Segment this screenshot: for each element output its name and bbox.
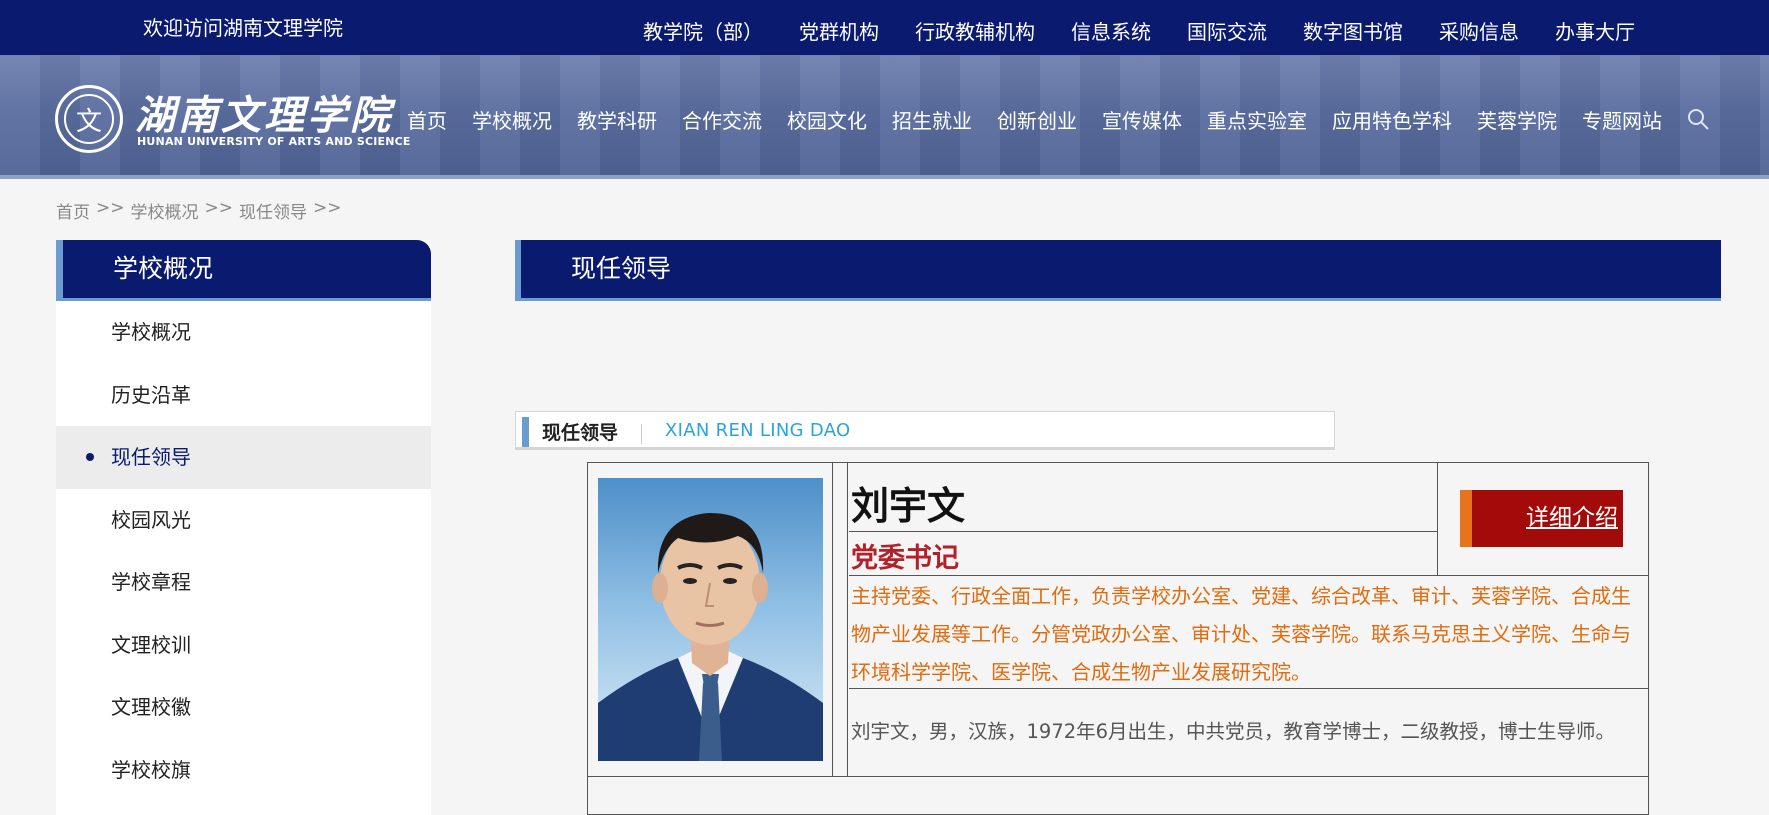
section-title-cn: 现任领导 (542, 422, 619, 444)
breadcrumb-overview[interactable]: 学校概况 (131, 198, 199, 223)
nav-featured-disciplines[interactable]: 应用特色学科 (1332, 105, 1452, 134)
top-link-library[interactable]: 数字图书馆 (1303, 16, 1403, 45)
sidebar-item-flag[interactable]: 学校校旗 (56, 739, 431, 802)
welcome-text: 欢迎访问湖南文理学院 (143, 16, 343, 40)
table-divider (1437, 463, 1438, 575)
top-link-party[interactable]: 党群机构 (799, 16, 879, 45)
nav-innovation[interactable]: 创新创业 (997, 105, 1077, 134)
nav-overview[interactable]: 学校概况 (472, 105, 552, 134)
nav-furong-college[interactable]: 芙蓉学院 (1477, 105, 1557, 134)
spacer-cell (833, 463, 848, 776)
top-link-info-systems[interactable]: 信息系统 (1071, 16, 1151, 45)
search-icon[interactable] (1686, 107, 1710, 131)
nav-key-labs[interactable]: 重点实验室 (1207, 105, 1307, 134)
sidebar: 学校概况 学校概况 历史沿革 现任领导 校园风光 学校章程 文理校训 文理校徽 … (56, 240, 431, 815)
breadcrumb: 首页 >> 学校概况 >> 现任领导 >> (56, 198, 348, 223)
sidebar-item-emblem[interactable]: 文理校徽 (56, 676, 431, 739)
school-emblem-logo[interactable]: 文 (55, 85, 123, 153)
sidebar-item-charter[interactable]: 学校章程 (56, 551, 431, 614)
logo-chinese-name[interactable]: 湖南文理学院 (135, 83, 393, 141)
top-bar: 欢迎访问湖南文理学院 教学院（部） 党群机构 行政教辅机构 信息系统 国际交流 … (0, 0, 1769, 55)
nav-media[interactable]: 宣传媒体 (1102, 105, 1182, 134)
main-nav: 首页 学校概况 教学科研 合作交流 校园文化 招生就业 创新创业 宣传媒体 重点… (407, 105, 1687, 134)
leader-duties: 主持党委、行政全面工作，负责学校办公室、党建、综合改革、审计、芙蓉学院、合成生物… (851, 584, 1631, 684)
page-title: 现任领导 (515, 240, 1721, 301)
leader-name: 刘宇文 (851, 484, 966, 528)
portrait-image (598, 512, 823, 761)
header-bottom-line (0, 175, 1769, 179)
leader-card: 刘宇文 党委书记 详细介绍 主持党委、行政全面工作，负责学校办公室、党建、综合改… (587, 462, 1649, 815)
breadcrumb-separator: >> (204, 198, 234, 218)
detail-button[interactable]: 详细介绍 (1460, 490, 1623, 547)
top-link-admin[interactable]: 行政教辅机构 (915, 16, 1035, 45)
top-links: 教学院（部） 党群机构 行政教辅机构 信息系统 国际交流 数字图书馆 采购信息 … (643, 16, 1671, 45)
breadcrumb-home[interactable]: 首页 (56, 198, 90, 223)
sidebar-item-leaders[interactable]: 现任领导 (56, 426, 431, 489)
nav-campus-culture[interactable]: 校园文化 (787, 105, 867, 134)
leader-photo (598, 478, 823, 761)
sidebar-item-overview[interactable]: 学校概况 (56, 301, 431, 364)
section-divider (641, 424, 642, 444)
leader-bio: 刘宇文，男，汉族，1972年6月出生，中共党员，教育学博士，二级教授，博士生导师… (851, 720, 1616, 743)
sidebar-item-motto[interactable]: 文理校训 (56, 614, 431, 677)
photo-cell (588, 463, 833, 776)
breadcrumb-leaders[interactable]: 现任领导 (239, 198, 307, 223)
top-link-departments[interactable]: 教学院（部） (643, 16, 763, 45)
section-title-en: XIAN REN LING DAO (665, 420, 851, 441)
nav-teaching-research[interactable]: 教学科研 (577, 105, 657, 134)
nav-admissions[interactable]: 招生就业 (892, 105, 972, 134)
top-link-international[interactable]: 国际交流 (1187, 16, 1267, 45)
sidebar-item-history[interactable]: 历史沿革 (56, 364, 431, 427)
section-header: 现任领导 XIAN REN LING DAO (515, 411, 1335, 450)
breadcrumb-separator: >> (313, 198, 342, 218)
top-link-service-hall[interactable]: 办事大厅 (1555, 16, 1635, 45)
nav-special-sites[interactable]: 专题网站 (1582, 105, 1662, 134)
leader-role: 党委书记 (851, 543, 959, 574)
section-accent (522, 417, 529, 447)
top-link-procurement[interactable]: 采购信息 (1439, 16, 1519, 45)
sidebar-title: 学校概况 (56, 240, 431, 301)
site-header: 文 湖南文理学院 HUNAN UNIVERSITY OF ARTS AND SC… (0, 55, 1769, 179)
table-divider (849, 575, 1649, 576)
breadcrumb-separator: >> (96, 198, 125, 218)
sidebar-item-campus-scenery[interactable]: 校园风光 (56, 489, 431, 552)
logo-english-name: HUNAN UNIVERSITY OF ARTS AND SCIENCE (137, 135, 411, 148)
emblem-inner: 文 (64, 94, 114, 144)
nav-cooperation[interactable]: 合作交流 (682, 105, 762, 134)
table-divider (849, 531, 1437, 532)
nav-home[interactable]: 首页 (407, 105, 447, 134)
table-divider (588, 776, 1649, 777)
